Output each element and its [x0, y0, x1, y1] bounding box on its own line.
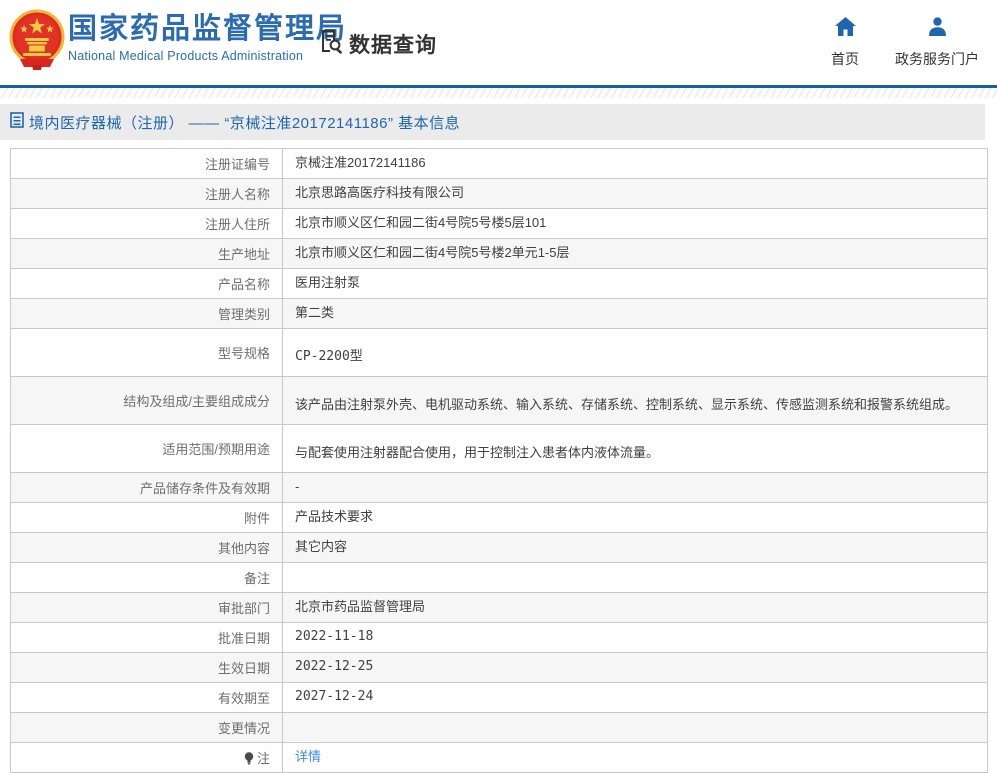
row-value: CP-2200型: [295, 349, 363, 365]
row-value: [283, 563, 987, 592]
row-label: 结构及组成/主要组成成分: [11, 377, 283, 424]
user-icon: [928, 17, 947, 41]
org-name-cn: 国家药品监督管理局: [68, 13, 348, 45]
row-label: 注册证编号: [11, 149, 283, 178]
table-row: 注册证编号 京械注准20172141186: [11, 149, 987, 179]
row-value: 京械注准20172141186: [295, 155, 426, 171]
data-query-label: 数据查询: [349, 33, 437, 57]
table-row: 审批部门 北京市药品监督管理局: [11, 593, 987, 623]
row-label: 有效期至: [11, 683, 283, 712]
row-value: 其它内容: [295, 539, 348, 555]
row-value: 北京思路高医疗科技有限公司: [295, 185, 465, 201]
row-label: 产品名称: [11, 269, 283, 298]
row-value: 与配套使用注射器配合使用，用于控制注入患者体内液体流量。: [295, 445, 660, 461]
row-value: 北京市药品监督管理局: [295, 599, 426, 615]
top-nav: 首页 政务服务门户: [831, 17, 979, 69]
row-label: 附件: [11, 503, 283, 532]
table-row: 其他内容 其它内容: [11, 533, 987, 563]
nav-item-home[interactable]: 首页: [831, 17, 859, 69]
table-row: 注 详情: [11, 743, 987, 773]
table-row: 变更情况: [11, 713, 987, 743]
row-label: 注: [11, 743, 283, 772]
org-name-en: National Medical Products Administration: [68, 49, 304, 64]
document-icon: [10, 111, 24, 133]
row-label: 批准日期: [11, 623, 283, 652]
row-value: 北京市顺义区仁和园二街4号院5号楼2单元1-5层: [295, 245, 570, 261]
page-title: 境内医疗器械（注册） —— “京械注准20172141186” 基本信息: [29, 114, 461, 132]
row-value: 产品技术要求: [295, 509, 374, 525]
table-row: 产品储存条件及有效期 -: [11, 473, 987, 503]
row-value: 2022-11-18: [295, 629, 374, 645]
row-value: 2027-12-24: [295, 689, 374, 705]
row-label: 注册人名称: [11, 179, 283, 208]
row-label: 型号规格: [11, 329, 283, 376]
table-row: 注册人名称 北京思路高医疗科技有限公司: [11, 179, 987, 209]
row-label: 产品储存条件及有效期: [11, 473, 283, 502]
row-value: 第二类: [295, 305, 335, 321]
row-label: 适用范围/预期用途: [11, 425, 283, 472]
row-value: 2022-12-25: [295, 659, 374, 675]
row-value: [283, 713, 987, 742]
table-row: 型号规格 CP-2200型: [11, 329, 987, 377]
table-row: 适用范围/预期用途 与配套使用注射器配合使用，用于控制注入患者体内液体流量。: [11, 425, 987, 473]
row-label: 备注: [11, 563, 283, 592]
table-row: 生产地址 北京市顺义区仁和园二街4号院5号楼2单元1-5层: [11, 239, 987, 269]
row-value: 医用注射泵: [295, 275, 361, 291]
table-row: 有效期至 2027-12-24: [11, 683, 987, 713]
table-row: 管理类别 第二类: [11, 299, 987, 329]
row-label: 管理类别: [11, 299, 283, 328]
table-row: 产品名称 医用注射泵: [11, 269, 987, 299]
data-query-section[interactable]: 数据查询: [316, 26, 437, 61]
site-header: 国家药品监督管理局 National Medical Products Admi…: [0, 0, 997, 85]
registration-info-table: 注册证编号 京械注准20172141186 注册人名称 北京思路高医疗科技有限公…: [10, 148, 988, 773]
detail-link[interactable]: 详情: [295, 748, 321, 767]
table-row: 备注: [11, 563, 987, 593]
national-emblem-logo: [8, 9, 66, 71]
row-value: -: [295, 479, 300, 495]
table-row: 结构及组成/主要组成成分 该产品由注射泵外壳、电机驱动系统、输入系统、存储系统、…: [11, 377, 987, 425]
table-row: 附件 产品技术要求: [11, 503, 987, 533]
org-names: 国家药品监督管理局 National Medical Products Admi…: [68, 13, 347, 63]
table-row: 批准日期 2022-11-18: [11, 623, 987, 653]
row-label: 注册人住所: [11, 209, 283, 238]
nav-label-portal: 政务服务门户: [895, 51, 979, 67]
hatch-strip: [0, 88, 997, 98]
row-label: 变更情况: [11, 713, 283, 742]
table-row: 生效日期 2022-12-25: [11, 653, 987, 683]
home-icon: [834, 17, 856, 41]
row-label-text: 注: [256, 751, 270, 766]
nav-label-home: 首页: [831, 51, 859, 67]
row-value: 北京市顺义区仁和园二街4号院5号楼5层101: [295, 215, 547, 231]
row-label: 生产地址: [11, 239, 283, 268]
row-label: 其他内容: [11, 533, 283, 562]
nav-item-portal[interactable]: 政务服务门户: [895, 17, 979, 69]
table-row: 注册人住所 北京市顺义区仁和园二街4号院5号楼5层101: [11, 209, 987, 239]
breadcrumb-bar: 境内医疗器械（注册） —— “京械注准20172141186” 基本信息: [0, 104, 985, 140]
row-label: 审批部门: [11, 593, 283, 622]
row-label: 生效日期: [11, 653, 283, 682]
data-query-icon: [316, 26, 346, 61]
row-value: 该产品由注射泵外壳、电机驱动系统、输入系统、存储系统、控制系统、显示系统、传感监…: [295, 397, 959, 413]
